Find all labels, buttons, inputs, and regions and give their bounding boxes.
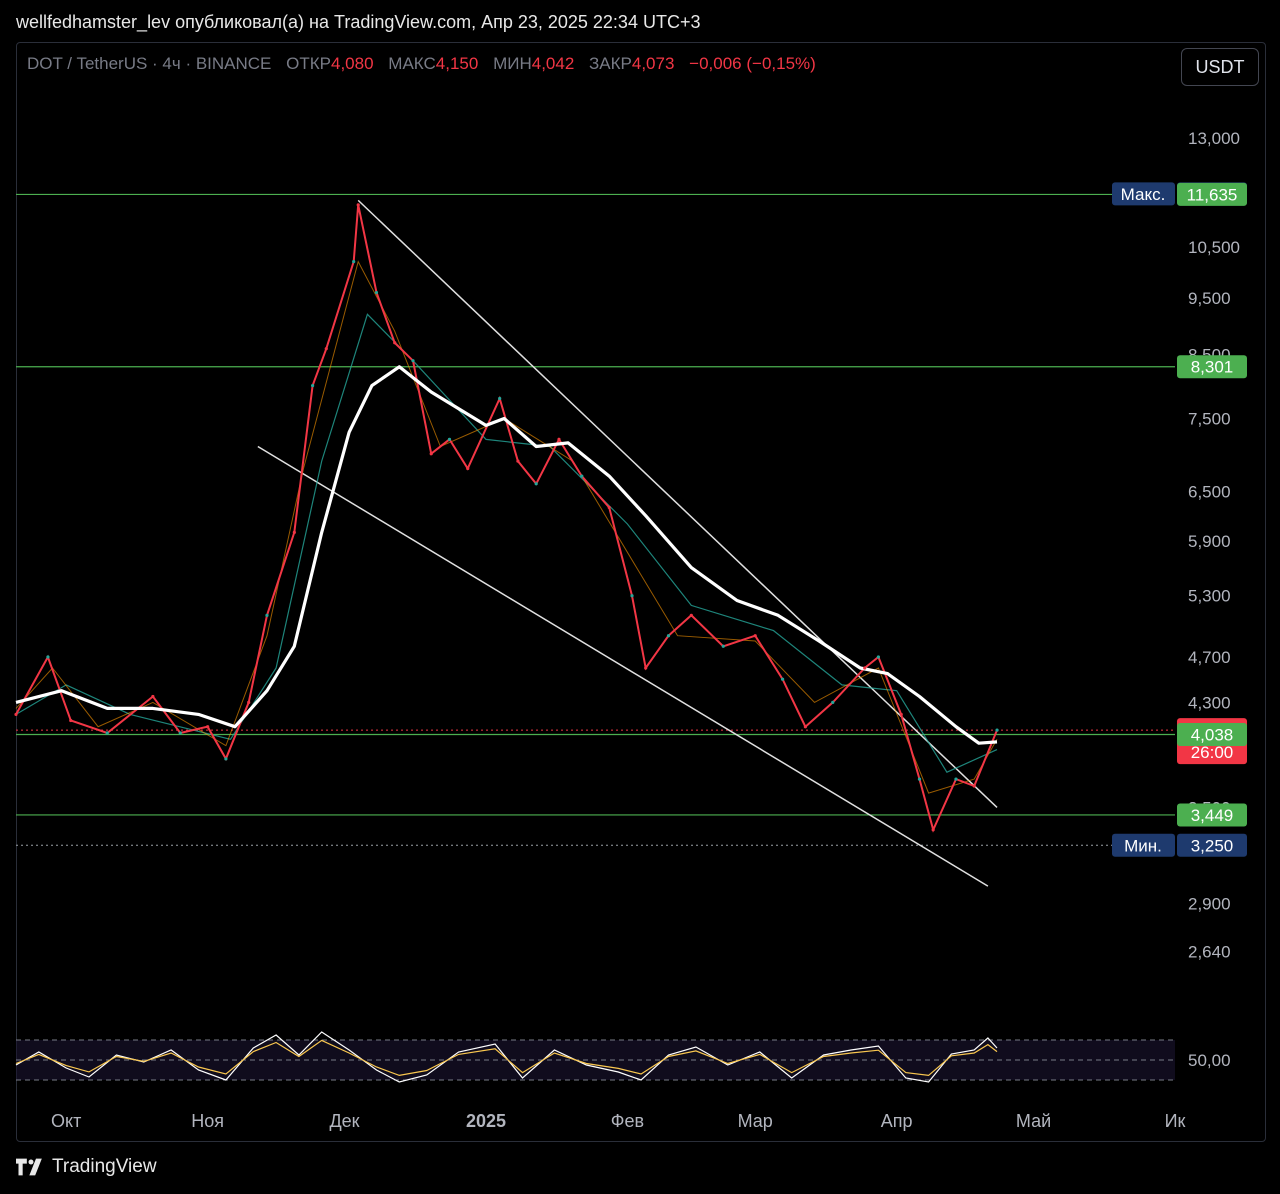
- price-point-42: [972, 784, 976, 788]
- x-tick-label-5: Мар: [738, 1111, 773, 1131]
- trendlines[interactable]: [257, 199, 998, 887]
- y-tick-label-12: 2,640: [1188, 942, 1231, 961]
- price-point-17: [411, 359, 415, 363]
- symbol-name[interactable]: DOT / TetherUS · 4ч · BINANCE: [27, 54, 271, 73]
- price-point-20: [466, 466, 470, 471]
- level-2-label-text: 8,301: [1191, 358, 1234, 377]
- price-point-27: [630, 594, 634, 598]
- x-tick-label-2: Дек: [329, 1111, 359, 1131]
- price-point-39: [917, 777, 922, 781]
- price-point-6: [206, 725, 210, 729]
- price-point-3: [105, 731, 109, 735]
- price-point-25: [580, 474, 584, 478]
- open-value: 4,080: [331, 54, 374, 73]
- tradingview-logo-icon: [16, 1158, 42, 1176]
- x-tick-label-7: Май: [1016, 1111, 1051, 1131]
- min-prefix-text: Мин.: [1124, 836, 1162, 855]
- y-tick-label-0: 13,000: [1188, 129, 1240, 148]
- oscillator-pane: 50,00: [15, 1031, 1231, 1083]
- price-point-29: [666, 634, 671, 638]
- price-point-36: [863, 666, 867, 670]
- y-tick-label-5: 6,500: [1188, 483, 1231, 502]
- high-label: МАКС: [388, 54, 436, 73]
- price-point-9: [265, 613, 269, 617]
- close-value: 4,073: [631, 54, 675, 73]
- price-point-22: [516, 459, 520, 463]
- price-point-0: [14, 712, 18, 717]
- price-point-40: [931, 828, 935, 832]
- low-value: 4,042: [531, 54, 575, 73]
- oscillator-axis-label: 50,00: [1188, 1051, 1231, 1070]
- x-tick-label-3: 2025: [466, 1111, 506, 1131]
- y-tick-label-1: 10,500: [1188, 238, 1240, 257]
- price-point-41: [954, 777, 958, 781]
- chart-svg[interactable]: 50,00 13,00010,5009,5008,5007,5006,5005,…: [0, 0, 1280, 1194]
- price-point-4: [151, 694, 155, 699]
- x-tick-label-4: Фев: [611, 1111, 644, 1131]
- x-tick-label-8: Ик: [1165, 1111, 1186, 1131]
- y-tick-label-6: 5,900: [1188, 532, 1231, 551]
- price-point-18: [429, 452, 433, 456]
- y-tick-label-11: 2,900: [1188, 894, 1231, 913]
- footer-brand: TradingView: [52, 1156, 157, 1177]
- price-point-12: [324, 347, 328, 351]
- x-tick-label-1: Ноя: [191, 1111, 224, 1131]
- price-point-24: [557, 437, 561, 441]
- high-value: 4,150: [435, 54, 479, 73]
- price-point-21: [498, 396, 502, 401]
- price-point-14: [356, 203, 360, 207]
- open-label: ОТКР: [286, 54, 331, 73]
- currency-button[interactable]: USDT: [1181, 48, 1259, 86]
- level-3-label-text: 4,038: [1191, 725, 1234, 744]
- price-point-15: [374, 290, 379, 295]
- y-tick-label-7: 5,300: [1188, 587, 1231, 606]
- price-point-13: [352, 260, 356, 264]
- symbol-legend: DOT / TetherUS · 4ч · BINANCE ОТКР4,080 …: [27, 54, 816, 74]
- price-point-34: [803, 725, 807, 729]
- low-label: МИН: [493, 54, 532, 73]
- price-point-19: [447, 437, 452, 441]
- price-point-11: [310, 383, 315, 388]
- price-point-1: [46, 655, 50, 659]
- price-point-5: [178, 731, 182, 735]
- price-point-26: [607, 505, 611, 510]
- change-value: −0,006 (−0,15%): [689, 54, 816, 73]
- price-point-32: [753, 634, 757, 638]
- y-tick-label-8: 4,700: [1188, 648, 1231, 667]
- level-4-label-text: 3,449: [1191, 806, 1234, 825]
- max-prefix-text: Макс.: [1121, 185, 1166, 204]
- min-label-text: 3,250: [1191, 836, 1234, 855]
- y-tick-label-9: 4,300: [1188, 693, 1231, 712]
- price-point-28: [644, 666, 648, 670]
- x-tick-label-6: Апр: [881, 1111, 913, 1131]
- price-point-7: [224, 757, 228, 761]
- x-tick-label-0: Окт: [51, 1111, 81, 1131]
- price-point-2: [69, 718, 73, 723]
- price-point-35: [831, 700, 835, 705]
- ema-slow-line: [15, 313, 998, 773]
- price-point-23: [534, 482, 538, 486]
- price-point-33: [780, 677, 785, 681]
- price-point-43: [995, 728, 999, 732]
- close-label: ЗАКР: [589, 54, 632, 73]
- lower-trendline[interactable]: [257, 445, 989, 887]
- price-point-8: [247, 700, 251, 705]
- horizontal-levels: [16, 193, 1175, 846]
- price-point-10: [292, 530, 296, 534]
- footer[interactable]: TradingView: [16, 1156, 157, 1178]
- time-axis[interactable]: Окт Ноя Дек 2025 Фев Мар Апр Май Ик: [51, 1111, 1186, 1131]
- price-point-37: [876, 655, 881, 659]
- price-point-38: [899, 712, 903, 717]
- level-1-label-text: 11,635: [1187, 185, 1238, 204]
- y-tick-label-2: 9,500: [1188, 289, 1231, 308]
- price-line: [15, 204, 998, 833]
- price-point-16: [393, 341, 397, 345]
- price-point-31: [721, 644, 725, 648]
- price-lines: [14, 203, 999, 833]
- y-tick-label-4: 7,500: [1188, 410, 1231, 429]
- price-labels: 11,649Макс.11,6358,3014,07326:004,0383,4…: [1112, 182, 1247, 857]
- price-point-30: [689, 613, 693, 617]
